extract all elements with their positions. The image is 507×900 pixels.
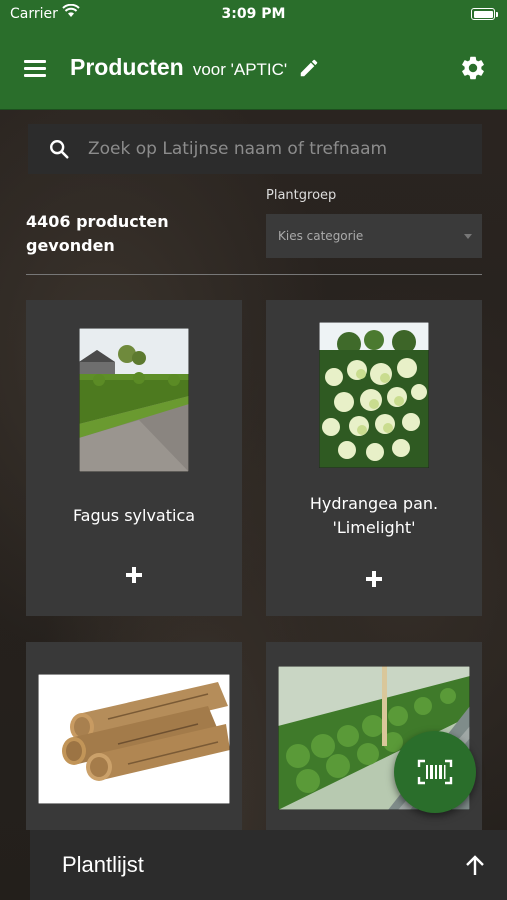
hamburger-menu-icon[interactable] [24, 60, 46, 78]
battery-tip [496, 12, 498, 17]
arrow-up-icon[interactable] [465, 854, 485, 876]
search-bar [28, 124, 482, 174]
status-bar: Carrier 3:09 PM [0, 0, 507, 30]
category-select-value: Kies categorie [278, 229, 364, 243]
product-image [319, 322, 429, 468]
gear-icon[interactable] [459, 54, 487, 82]
battery-icon [471, 8, 495, 20]
plantgroep-label: Plantgroep [266, 188, 337, 203]
plantlijst-sheet[interactable]: Plantlijst [30, 830, 507, 900]
clock: 3:09 PM [221, 6, 286, 22]
result-count: 4406 producten gevonden [26, 212, 169, 255]
chevron-down-icon [464, 234, 472, 239]
divider [26, 274, 482, 275]
page-title: Producten voor 'APTIC' [70, 54, 320, 84]
app-bar: Producten voor 'APTIC' [0, 30, 507, 110]
scan-button[interactable] [394, 731, 476, 813]
add-icon[interactable] [366, 571, 382, 587]
title-main: Producten [70, 54, 184, 80]
category-select[interactable]: Kies categorie [266, 214, 482, 258]
product-image [38, 674, 230, 804]
add-icon[interactable] [126, 567, 142, 583]
product-name: Hydrangea pan. 'Limelight' [309, 494, 439, 537]
product-card[interactable]: Hydrangea pan. 'Limelight' [266, 300, 482, 616]
search-icon [50, 140, 69, 159]
product-image [79, 328, 189, 472]
product-name: Fagus sylvatica [72, 506, 196, 525]
product-card[interactable] [26, 642, 242, 830]
plantlijst-label: Plantlijst [62, 852, 144, 877]
barcode-scan-icon [417, 759, 453, 785]
pencil-icon[interactable] [298, 57, 320, 79]
product-card[interactable]: Fagus sylvatica [26, 300, 242, 616]
title-customer: voor 'APTIC' [192, 60, 288, 79]
search-input[interactable] [88, 134, 468, 164]
